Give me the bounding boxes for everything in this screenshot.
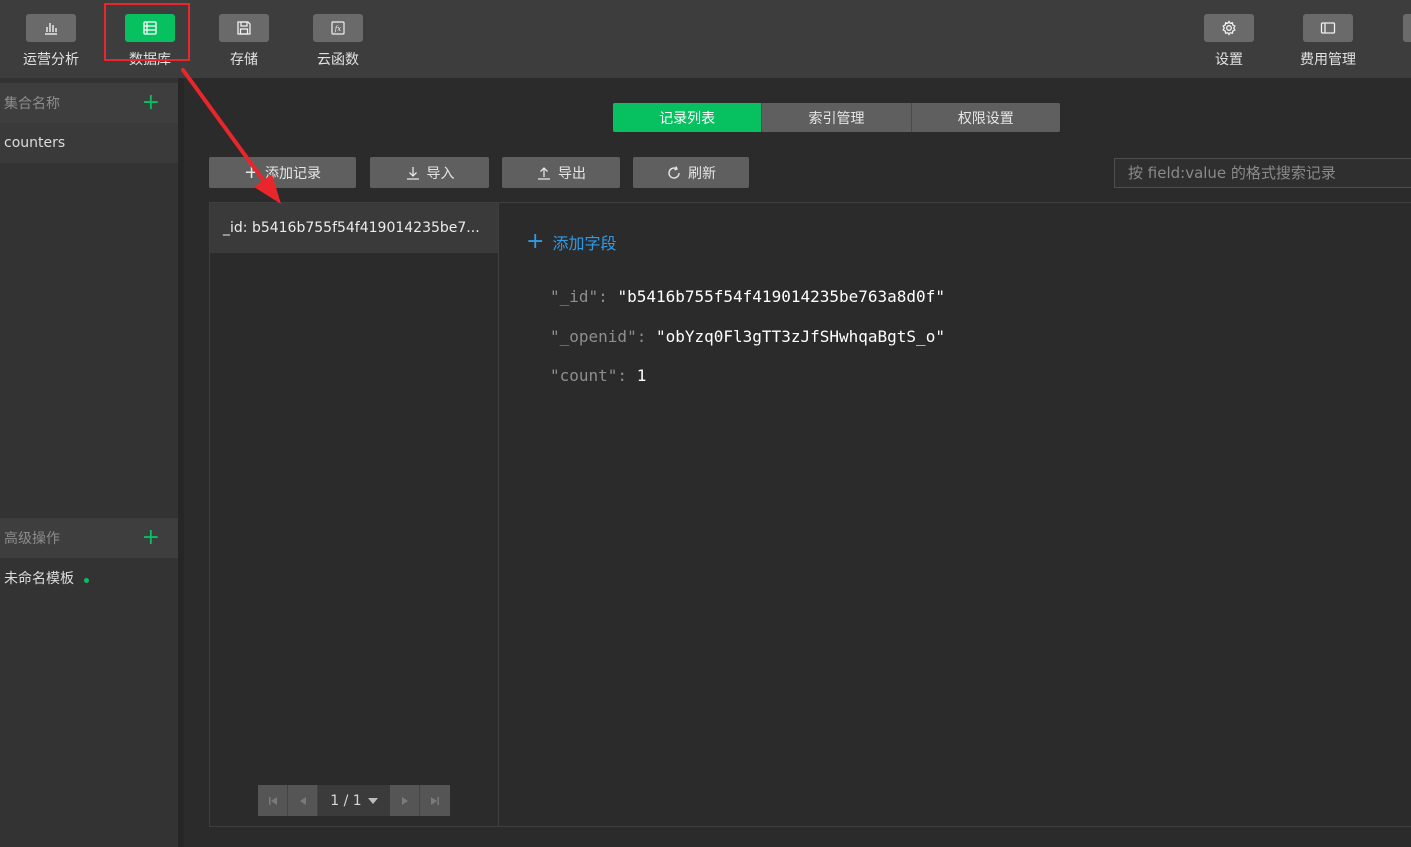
template-item[interactable]: 未命名模板	[0, 558, 178, 598]
next-page-icon	[401, 796, 408, 805]
sidebar-divider	[178, 78, 184, 847]
add-field-button[interactable]: + 添加字段	[526, 230, 616, 254]
record-search-input[interactable]	[1114, 158, 1411, 188]
plus-icon: +	[526, 229, 545, 254]
annotation-highlight-box	[104, 3, 190, 61]
toolbar-item-label: 设置	[1215, 52, 1243, 68]
add-template-icon[interactable]: +	[142, 527, 160, 549]
tab-index-management[interactable]: 索引管理	[762, 103, 912, 132]
page-indicator: 1 / 1	[330, 792, 362, 809]
last-page-button[interactable]	[420, 785, 450, 816]
next-page-button[interactable]	[390, 785, 420, 816]
add-record-button[interactable]: + 添加记录	[209, 157, 356, 188]
field-row[interactable]: "_openid": "obYzq0Fl3gTT3zJfSHwhqaBgtS_o…	[550, 327, 945, 346]
template-item-label: 未命名模板	[4, 571, 74, 587]
field-row[interactable]: "_id": "b5416b755f54f419014235be763a8d0f…	[550, 287, 945, 306]
field-row[interactable]: "count": 1	[550, 366, 646, 385]
field-value: "b5416b755f54f419014235be763a8d0f"	[617, 287, 945, 306]
add-record-label: 添加记录	[265, 165, 322, 182]
chevron-down-icon	[367, 797, 378, 804]
refresh-button[interactable]: 刷新	[633, 157, 749, 188]
advanced-header: 高级操作 +	[0, 518, 178, 558]
prev-page-icon	[299, 796, 306, 805]
field-key: "_id":	[550, 287, 608, 306]
pagination: 1 / 1	[258, 785, 450, 816]
download-icon	[406, 166, 419, 180]
toolbar-item-cloud-function[interactable]: fx 云函数	[298, 14, 378, 69]
toolbar-item-label: 存储	[230, 52, 258, 68]
export-button[interactable]: 导出	[502, 157, 620, 188]
top-toolbar: 运营分析 数据库 存储 fx 云函数 设置 费用管理	[0, 0, 1411, 78]
svg-text:fx: fx	[334, 25, 342, 33]
view-tabs: 记录列表 索引管理 权限设置	[613, 103, 1060, 132]
tab-record-list[interactable]: 记录列表	[613, 103, 763, 132]
chart-icon	[26, 14, 76, 42]
add-field-label: 添加字段	[552, 234, 617, 253]
toolbar-item-settings[interactable]: 设置	[1189, 14, 1269, 69]
collection-item-label: counters	[4, 135, 66, 151]
field-key: "count":	[550, 366, 628, 385]
refresh-label: 刷新	[688, 165, 716, 182]
collections-header-label: 集合名称	[4, 96, 60, 112]
toolbar-item-label: 运营分析	[23, 52, 79, 68]
save-icon	[219, 14, 269, 42]
record-detail-panel: + 添加字段 "_id": "b5416b755f54f419014235be7…	[498, 202, 1411, 827]
toolbar-item-label: 费用管理	[1300, 52, 1356, 68]
tab-permission-settings[interactable]: 权限设置	[912, 103, 1060, 132]
advanced-header-label: 高级操作	[4, 531, 60, 547]
export-label: 导出	[558, 165, 586, 182]
field-value: "obYzq0Fl3gTT3zJfSHwhqaBgtS_o"	[655, 327, 945, 346]
toolbar-item-analytics[interactable]: 运营分析	[11, 14, 91, 69]
import-label: 导入	[426, 165, 455, 182]
field-key: "_openid":	[550, 327, 647, 346]
collection-item-counters[interactable]: counters	[0, 123, 178, 163]
function-icon: fx	[313, 14, 363, 42]
toolbar-item-label: 云函数	[317, 52, 359, 68]
refresh-icon	[668, 165, 680, 179]
add-collection-icon[interactable]: +	[142, 92, 160, 114]
first-page-button[interactable]	[258, 785, 288, 816]
toolbar-overflow-button[interactable]	[1403, 14, 1411, 42]
upload-icon	[538, 166, 550, 180]
record-list-panel: _id: b5416b755f54f419014235be7... 1 / 1	[209, 202, 499, 827]
status-dot	[84, 577, 89, 583]
billing-icon	[1303, 14, 1353, 42]
record-list-item[interactable]: _id: b5416b755f54f419014235be7...	[210, 203, 498, 253]
toolbar-item-billing[interactable]: 费用管理	[1288, 14, 1368, 69]
first-page-icon	[268, 796, 277, 805]
toolbar-item-storage[interactable]: 存储	[204, 14, 284, 69]
plus-icon: +	[243, 162, 260, 183]
collections-header: 集合名称 +	[0, 83, 178, 123]
collection-sidebar: 集合名称 + counters 高级操作 + 未命名模板	[0, 78, 184, 847]
import-button[interactable]: 导入	[370, 157, 489, 188]
gear-icon	[1204, 14, 1254, 42]
page-selector[interactable]: 1 / 1	[318, 785, 390, 816]
last-page-icon	[431, 796, 439, 805]
prev-page-button[interactable]	[288, 785, 318, 816]
field-value: 1	[636, 366, 647, 385]
